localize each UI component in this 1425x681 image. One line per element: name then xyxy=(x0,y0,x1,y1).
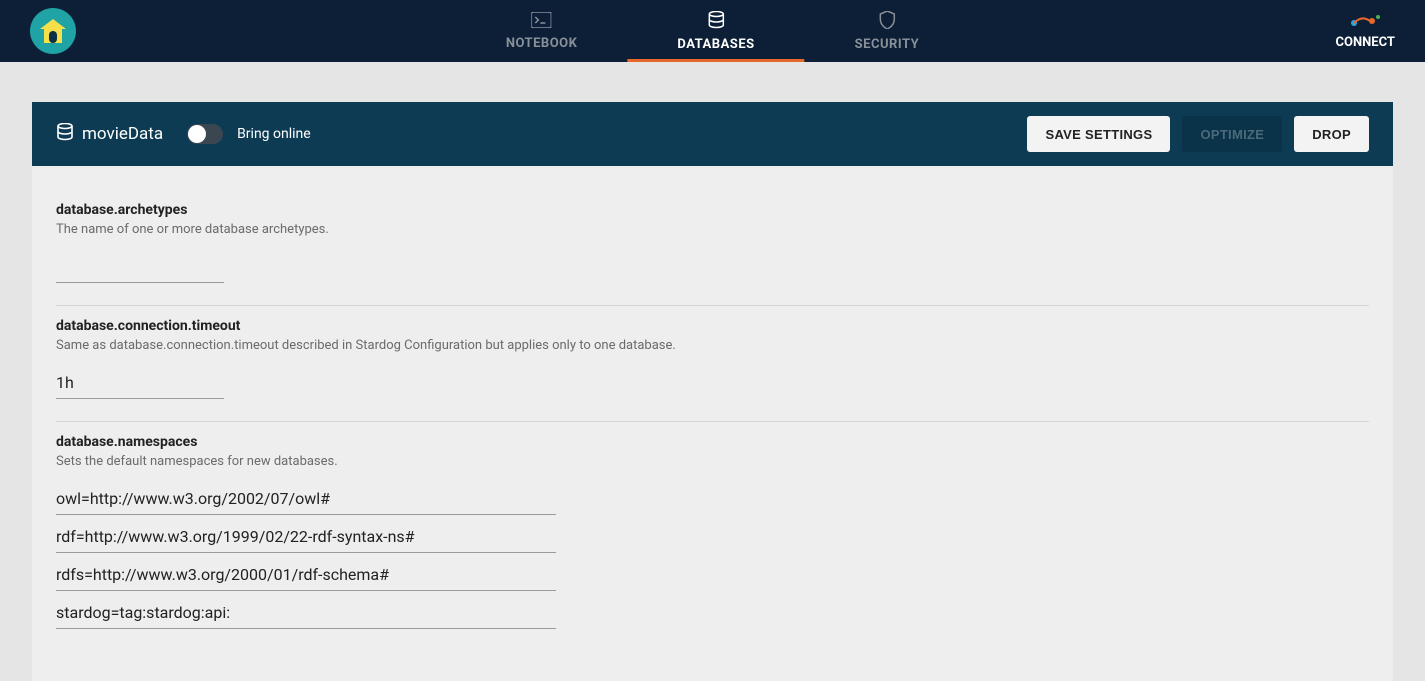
namespace-input[interactable] xyxy=(56,521,556,553)
toggle-knob xyxy=(188,125,206,143)
timeout-input[interactable] xyxy=(56,367,224,399)
save-settings-button[interactable]: SAVE SETTINGS xyxy=(1027,116,1170,152)
setting-desc: The name of one or more database archety… xyxy=(56,222,1369,237)
setting-desc: Sets the default namespaces for new data… xyxy=(56,454,1369,469)
setting-archetypes: database.archetypes The name of one or m… xyxy=(56,190,1369,306)
setting-namespaces: database.namespaces Sets the default nam… xyxy=(56,422,1369,657)
setting-name: database.archetypes xyxy=(56,202,1369,218)
panel-body: database.archetypes The name of one or m… xyxy=(32,166,1393,681)
tab-security[interactable]: SECURITY xyxy=(805,0,970,62)
toggle-label: Bring online xyxy=(237,126,311,142)
namespace-input[interactable] xyxy=(56,483,556,515)
shield-icon xyxy=(879,11,895,33)
drop-button[interactable]: DROP xyxy=(1294,116,1369,152)
setting-timeout: database.connection.timeout Same as data… xyxy=(56,306,1369,422)
setting-name: database.connection.timeout xyxy=(56,318,1369,334)
database-title: movieData xyxy=(56,123,163,146)
tab-label: DATABASES xyxy=(677,37,754,52)
terminal-icon xyxy=(532,12,552,32)
database-panel: movieData Bring online SAVE SETTINGS OPT… xyxy=(32,102,1393,681)
doghouse-icon xyxy=(40,19,66,43)
connect-icon xyxy=(1348,13,1382,33)
namespace-input[interactable] xyxy=(56,559,556,591)
optimize-button: OPTIMIZE xyxy=(1182,116,1282,152)
nav-tabs: NOTEBOOK DATABASES SECURITY xyxy=(456,0,969,62)
setting-desc: Same as database.connection.timeout desc… xyxy=(56,338,1369,353)
namespace-list xyxy=(56,483,1369,635)
setting-name: database.namespaces xyxy=(56,434,1369,450)
archetypes-input[interactable] xyxy=(56,251,224,283)
top-nav: NOTEBOOK DATABASES SECURITY CONNECT xyxy=(0,0,1425,62)
connect-label: CONNECT xyxy=(1335,35,1395,50)
database-icon xyxy=(707,11,725,33)
panel-header: movieData Bring online SAVE SETTINGS OPT… xyxy=(32,102,1393,166)
tab-label: NOTEBOOK xyxy=(506,36,578,51)
connect-button[interactable]: CONNECT xyxy=(1335,13,1395,50)
tab-label: SECURITY xyxy=(855,37,920,52)
tab-databases[interactable]: DATABASES xyxy=(627,0,804,62)
app-logo[interactable] xyxy=(30,8,76,54)
header-actions: SAVE SETTINGS OPTIMIZE DROP xyxy=(1027,116,1369,152)
online-toggle[interactable] xyxy=(187,124,223,144)
online-toggle-wrap: Bring online xyxy=(187,124,311,144)
page-content: movieData Bring online SAVE SETTINGS OPT… xyxy=(0,62,1425,681)
database-name: movieData xyxy=(82,124,163,144)
database-icon xyxy=(56,123,74,146)
tab-notebook[interactable]: NOTEBOOK xyxy=(456,0,628,62)
namespace-input[interactable] xyxy=(56,597,556,629)
